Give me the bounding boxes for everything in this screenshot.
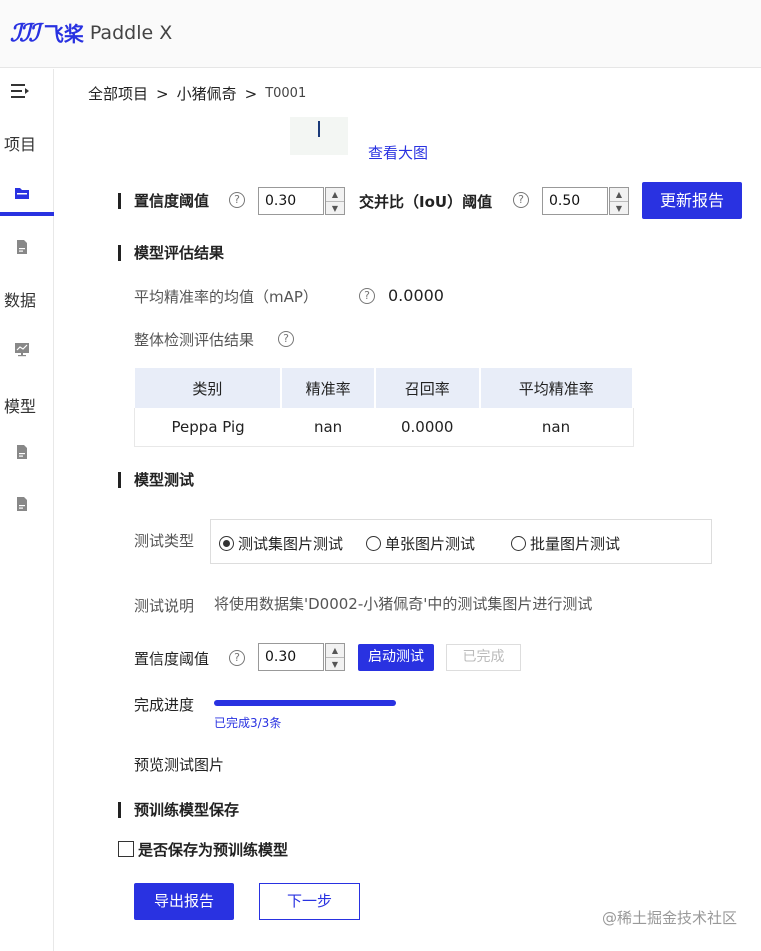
test-description-text: 将使用数据集'D0002-小猪佩奇'中的测试集图片进行测试 [214,595,593,613]
sidebar-item-data[interactable]: 数据 [4,287,36,311]
start-test-button[interactable]: 启动测试 [358,644,434,671]
paddle-logo-mark: ℐℐℐ [10,18,40,47]
brand-cn: 飞桨 [43,22,84,46]
radio-selected-icon[interactable] [219,536,234,551]
preview-thumbnail[interactable] [290,117,348,155]
breadcrumb: 全部项目 > 小猪佩奇 > T0001 [88,83,306,104]
radio-label: 批量图片测试 [530,535,621,553]
overall-detection-label: 整体检测评估结果 [134,331,255,349]
radio-unselected-icon[interactable] [366,536,381,551]
stepper-up-icon[interactable]: ▲ [326,644,344,657]
paddlex-logo[interactable]: ℐℐℐ 飞桨 Paddle X [10,18,172,47]
document-icon[interactable] [14,444,30,460]
brand-en: Paddle X [89,21,173,44]
help-icon[interactable]: ? [513,192,529,208]
radio-unselected-icon[interactable] [511,536,526,551]
sidebar-item-project[interactable]: 项目 [4,131,36,155]
sidebar-active-indicator [0,212,54,216]
column-header: 召回率 [374,368,481,408]
document-icon[interactable] [14,496,30,512]
chart-icon[interactable] [14,341,30,357]
breadcrumb-separator: > [156,84,169,103]
map-label: 平均精准率的均值（mAP） [134,288,318,306]
radio-testset[interactable]: 测试集图片测试 [219,533,343,554]
breadcrumb-project[interactable]: 小猪佩奇 [177,83,237,104]
preview-test-images-link[interactable]: 预览测试图片 [134,754,224,775]
top-bar: ℐℐℐ 飞桨 Paddle X [0,0,761,68]
stepper-down-icon[interactable]: ▼ [610,201,628,214]
radio-label: 测试集图片测试 [238,535,344,553]
confidence-threshold-label: 置信度阈值 [118,190,209,211]
confidence-stepper[interactable]: ▲ ▼ [325,187,345,215]
radio-batch-image[interactable]: 批量图片测试 [511,533,620,554]
progress-label: 完成进度 [134,696,195,714]
next-step-button[interactable]: 下一步 [259,883,360,920]
table-header-row: 类别 精准率 召回率 平均精准率 [134,368,635,408]
stepper-up-icon[interactable]: ▲ [326,188,344,201]
evaluation-table: 类别 精准率 召回率 平均精准率 Peppa Pig nan 0.0000 na… [134,368,635,447]
test-type-label: 测试类型 [134,532,195,550]
test-type-radio-group: 测试集图片测试 单张图片测试 批量图片测试 [210,519,712,564]
progress-fill [214,700,396,706]
progress-text: 已完成3/3条 [214,716,282,730]
menu-toggle-icon[interactable] [10,81,30,101]
column-header: 精准率 [281,368,376,408]
table-cell: nan [281,408,375,447]
help-icon[interactable]: ? [359,288,375,304]
stepper-down-icon[interactable]: ▼ [326,201,344,214]
table-cell: Peppa Pig [134,408,282,447]
table-cell: 0.0000 [374,408,480,447]
radio-label: 单张图片测试 [385,535,476,553]
breadcrumb-root[interactable]: 全部项目 [88,83,148,104]
column-header: 类别 [134,368,283,408]
stepper-up-icon[interactable]: ▲ [610,188,628,201]
export-report-button[interactable]: 导出报告 [134,883,234,920]
evaluation-section-title: 模型评估结果 [118,242,224,263]
document-icon[interactable] [14,239,30,255]
column-header: 平均精准率 [479,368,635,408]
sidebar: 项目 数据 模型 [0,69,54,951]
update-report-button[interactable]: 更新报告 [642,182,742,219]
table-row: Peppa Pig nan 0.0000 nan [134,408,634,447]
iou-stepper[interactable]: ▲ ▼ [609,187,629,215]
stepper-down-icon[interactable]: ▼ [326,657,344,670]
help-icon[interactable]: ? [278,331,294,347]
map-value: 0.0000 [388,286,444,305]
test-description-label: 测试说明 [134,597,195,615]
iou-threshold-label: 交并比（IoU）阈值 [359,193,493,211]
test-confidence-stepper[interactable]: ▲ ▼ [325,643,345,671]
view-large-image-link[interactable]: 查看大图 [368,142,428,163]
table-cell: nan [479,408,634,447]
save-pretrain-checkbox[interactable] [118,841,134,857]
pretrain-section-title: 预训练模型保存 [118,799,239,820]
save-pretrain-label[interactable]: 是否保存为预训练模型 [138,839,288,860]
radio-single-image[interactable]: 单张图片测试 [366,533,475,554]
model-testing-section-title: 模型测试 [118,469,194,490]
sidebar-item-model[interactable]: 模型 [4,393,36,417]
completed-button: 已完成 [446,644,521,671]
confidence-threshold-input[interactable]: 0.30 [258,187,324,215]
breadcrumb-current: T0001 [265,86,307,101]
folder-icon[interactable] [14,185,30,201]
watermark: @稀土掘金技术社区 [601,909,737,927]
iou-threshold-input[interactable]: 0.50 [542,187,608,215]
help-icon[interactable]: ? [229,192,245,208]
test-confidence-input[interactable]: 0.30 [258,643,324,671]
test-confidence-label: 置信度阈值 [134,650,210,668]
help-icon[interactable]: ? [229,650,245,666]
test-progress-bar [214,700,396,706]
breadcrumb-separator: > [244,84,258,103]
